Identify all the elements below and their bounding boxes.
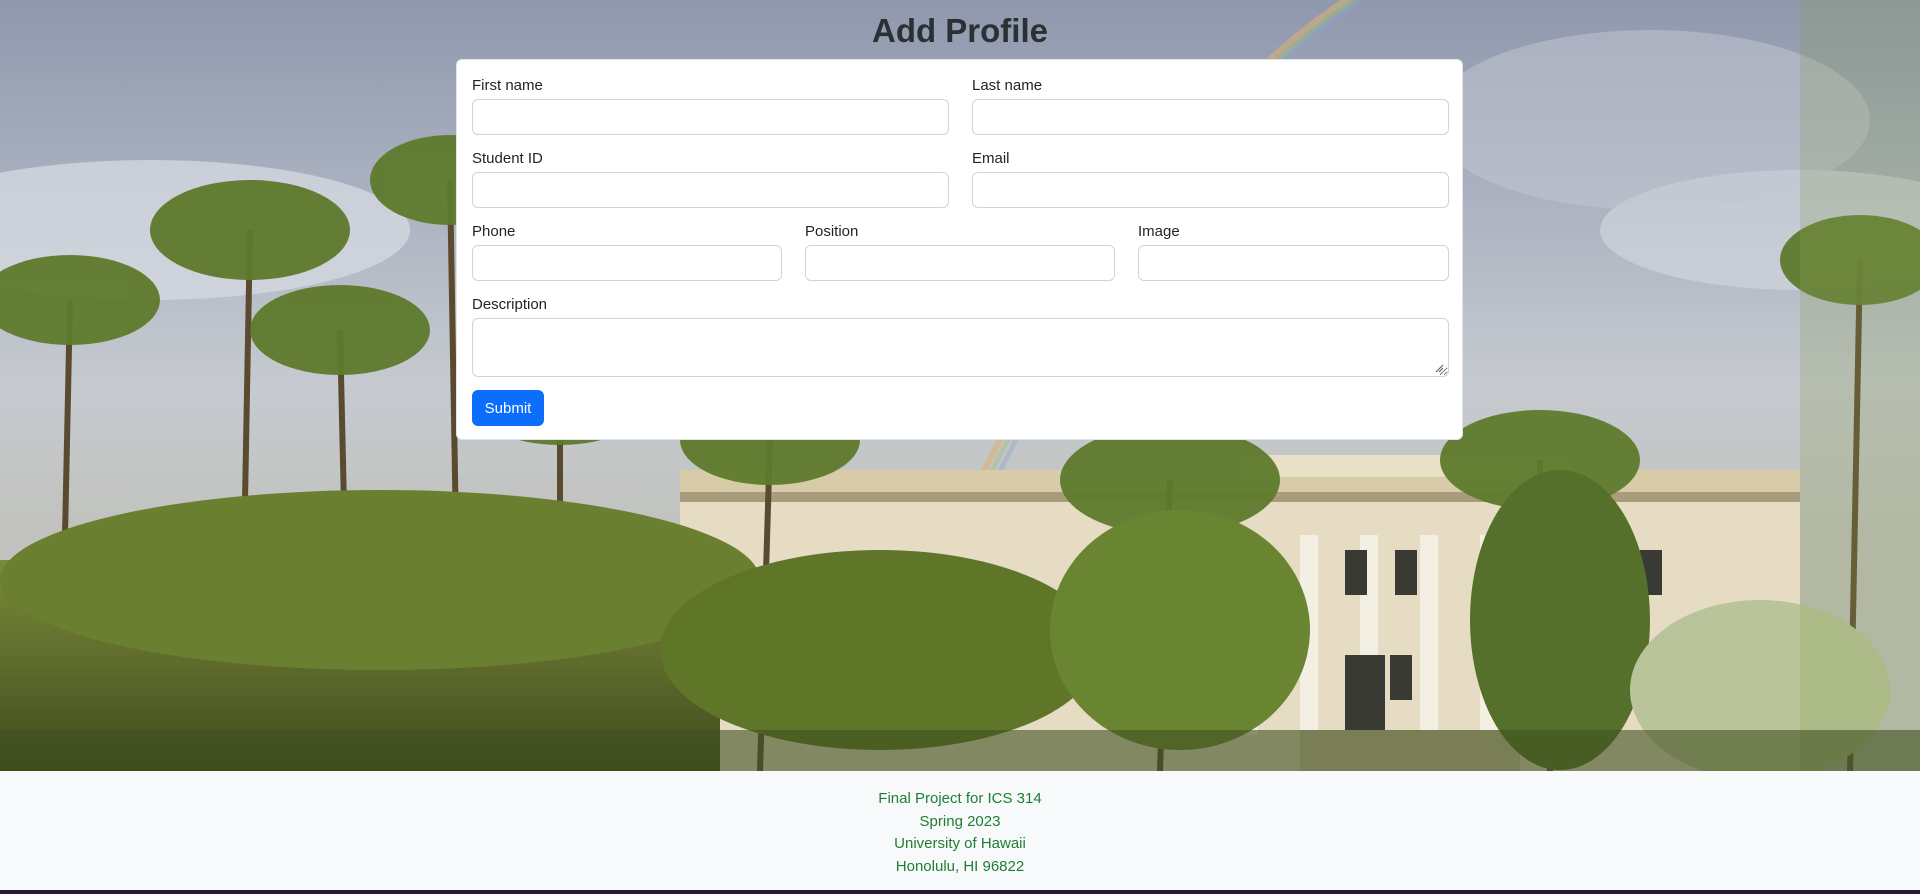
- page-title: Add Profile: [871, 12, 1048, 49]
- position-group: Position: [805, 223, 1115, 281]
- last-name-input[interactable]: [972, 99, 1449, 135]
- last-name-label: Last name: [972, 77, 1043, 94]
- description-textarea[interactable]: [472, 318, 1449, 377]
- email-input[interactable]: [972, 172, 1449, 208]
- first-name-label: First name: [472, 77, 543, 94]
- student-id-label: Student ID: [472, 150, 543, 167]
- first-name-input[interactable]: [472, 99, 949, 135]
- description-group: Description: [472, 296, 1449, 377]
- position-label: Position: [805, 223, 859, 240]
- position-input[interactable]: [805, 245, 1115, 281]
- footer-project-line: Final Project for ICS 314: [878, 790, 1042, 807]
- footer-address-line: Honolulu, HI 96822: [895, 857, 1025, 875]
- phone-label: Phone: [472, 223, 516, 240]
- description-label: Description: [472, 296, 548, 313]
- bottom-bar: [0, 890, 1920, 894]
- last-name-group: Last name: [972, 77, 1449, 135]
- footer: Final Project for ICS 314 Spring 2023 Un…: [0, 771, 1920, 890]
- image-group: Image: [1138, 223, 1449, 281]
- first-name-group: First name: [472, 77, 949, 135]
- submit-button[interactable]: Submit: [472, 390, 544, 426]
- image-input[interactable]: [1138, 245, 1449, 281]
- add-profile-form: First name Last name Student ID Email Ph…: [456, 59, 1463, 440]
- phone-input[interactable]: [472, 245, 782, 281]
- email-label: Email: [972, 150, 1010, 167]
- student-id-input[interactable]: [472, 172, 949, 208]
- email-group: Email: [972, 150, 1449, 208]
- footer-semester-line: Spring 2023: [919, 812, 1001, 830]
- phone-group: Phone: [472, 223, 782, 281]
- image-label: Image: [1138, 223, 1180, 240]
- resize-grip-icon[interactable]: [1434, 363, 1444, 373]
- student-id-group: Student ID: [472, 150, 949, 208]
- footer-university-line: University of Hawaii: [894, 835, 1026, 852]
